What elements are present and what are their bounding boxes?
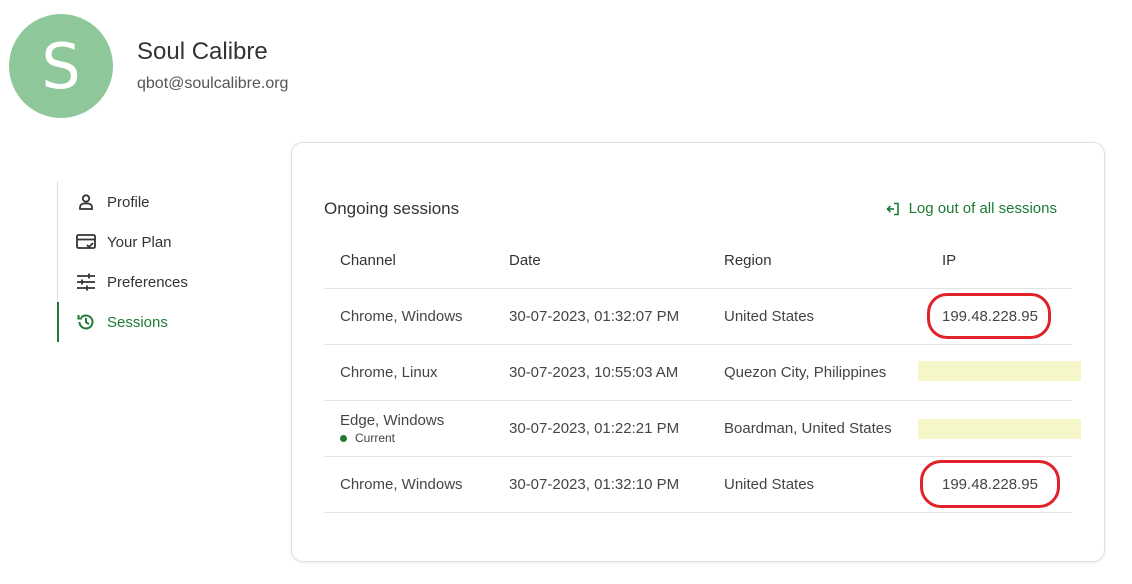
redacted-ip-highlight [918, 419, 1081, 439]
session-ip: 199.48.228.95 [942, 476, 1038, 493]
sidebar-item-sessions[interactable]: Sessions [57, 302, 258, 342]
current-label: Current [355, 431, 396, 445]
user-email: qbot@soulcalibre.org [137, 75, 289, 92]
session-region: United States [724, 308, 815, 325]
logout-all-sessions-link[interactable]: Log out of all sessions [885, 200, 1057, 217]
session-channel: Chrome, Windows [340, 476, 463, 493]
credit-card-icon [76, 232, 96, 252]
sidebar-item-profile[interactable]: Profile [58, 182, 258, 222]
session-region: United States [724, 476, 815, 493]
session-date: 30-07-2023, 01:32:10 PM [509, 476, 680, 493]
session-region: Quezon City, Philippines [724, 364, 887, 381]
session-date: 30-07-2023, 01:22:21 PM [509, 420, 680, 437]
history-icon [76, 312, 96, 332]
table-row[interactable]: Chrome, Windows 30-07-2023, 01:32:10 PM … [324, 457, 1072, 513]
sessions-table: Channel Date Region IP Chrome, Windows 3… [324, 238, 1081, 513]
session-channel: Chrome, Windows [340, 308, 463, 325]
session-region: Boardman, United States [724, 420, 892, 437]
session-channel: Chrome, Linux [340, 364, 438, 381]
session-channel: Edge, Windows Current [340, 401, 444, 456]
sidebar-item-label: Sessions [107, 313, 168, 331]
sidebar-item-label: Profile [107, 193, 150, 211]
session-date: 30-07-2023, 01:32:07 PM [509, 308, 680, 325]
current-session-badge: Current [340, 431, 444, 445]
table-row[interactable]: Chrome, Linux 30-07-2023, 10:55:03 AM Qu… [324, 345, 1081, 401]
column-header-region: Region [724, 252, 772, 269]
sidebar-item-label: Your Plan [107, 233, 172, 251]
avatar: S [9, 14, 113, 118]
sidebar-item-preferences[interactable]: Preferences [58, 262, 258, 302]
column-header-channel: Channel [340, 252, 396, 269]
table-row[interactable]: Chrome, Windows 30-07-2023, 01:32:07 PM … [324, 289, 1072, 345]
status-dot-icon [340, 434, 347, 442]
redacted-ip-highlight [918, 361, 1081, 381]
sidebar-nav: Profile Your Plan Preferences Sessions [57, 181, 258, 342]
table-header: Channel Date Region IP [324, 238, 1072, 289]
session-date: 30-07-2023, 10:55:03 AM [509, 364, 679, 381]
sidebar-item-label: Preferences [107, 273, 188, 291]
sidebar-item-your-plan[interactable]: Your Plan [58, 222, 258, 262]
column-header-date: Date [509, 252, 541, 269]
user-name: Soul Calibre [137, 38, 268, 65]
session-ip: 199.48.228.95 [942, 308, 1038, 325]
logout-icon [885, 202, 900, 216]
session-channel-text: Edge, Windows [340, 412, 445, 429]
sliders-icon [76, 272, 96, 292]
sessions-title: Ongoing sessions [324, 199, 460, 218]
person-icon [76, 192, 96, 212]
sessions-card: Ongoing sessions Log out of all sessions… [291, 142, 1105, 562]
table-row[interactable]: Edge, Windows Current 30-07-2023, 01:22:… [324, 401, 1081, 457]
column-header-ip: IP [942, 252, 957, 269]
logout-all-label: Log out of all sessions [908, 200, 1057, 217]
